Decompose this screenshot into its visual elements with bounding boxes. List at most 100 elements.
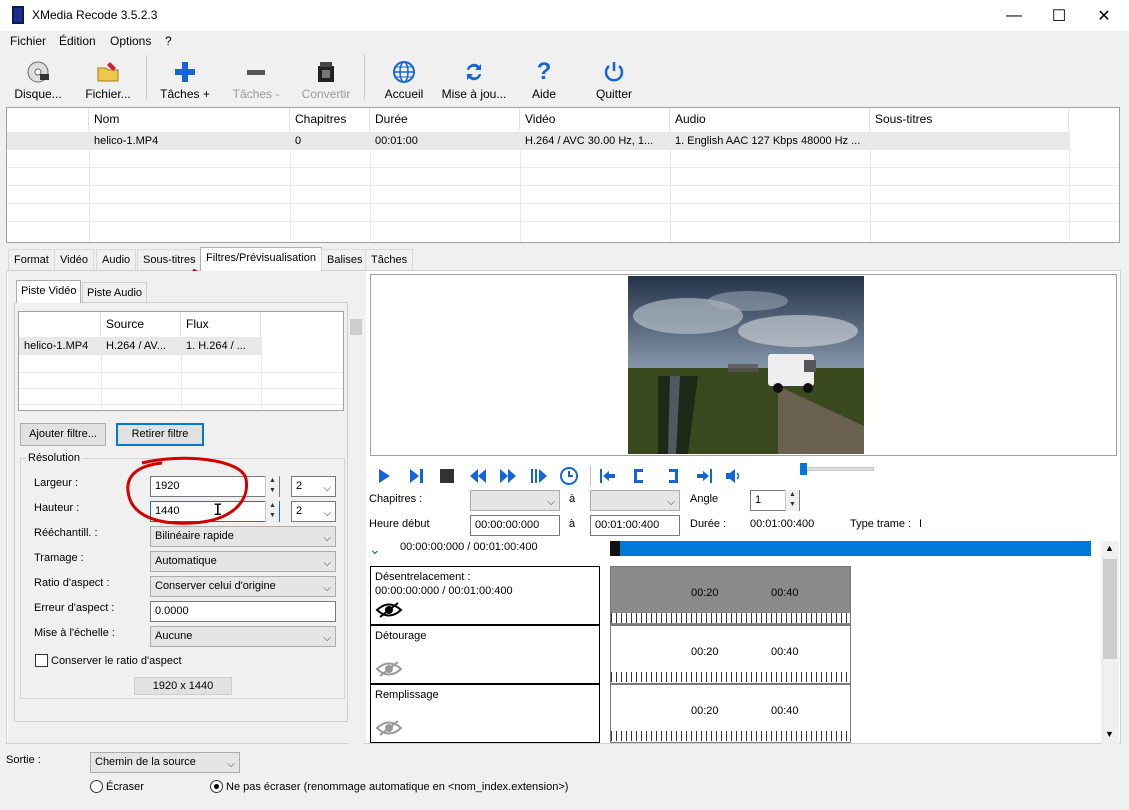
width-multiple-select[interactable]: 2 ⌵: [291, 476, 336, 497]
table-row[interactable]: helico-1.MP4 H.264 / AV... 1. H.264 / ..…: [19, 337, 261, 355]
track-header-flux[interactable]: Flux: [181, 312, 261, 336]
spin-up-icon[interactable]: ▲: [786, 490, 799, 500]
dither-label: Tramage :: [34, 552, 84, 564]
column-header-name[interactable]: Nom: [89, 108, 290, 130]
filter-deinterlace-box[interactable]: Désentrelacement : 00:00:00:000 / 00:01:…: [370, 566, 600, 625]
fast-forward-icon[interactable]: [498, 466, 518, 486]
spin-down-icon[interactable]: ▼: [266, 486, 279, 496]
cell-audio: 1. English AAC 127 Kbps 48000 Hz ...: [675, 135, 861, 147]
add-task-button[interactable]: Tâches +: [158, 53, 212, 101]
position-progress-bar[interactable]: [610, 541, 1091, 556]
quit-button[interactable]: Quitter: [592, 53, 636, 101]
eye-icon[interactable]: [375, 601, 403, 619]
remove-task-button[interactable]: Tâches -: [230, 53, 282, 101]
output-label: Sortie :: [6, 754, 41, 766]
filter-timeline-crop[interactable]: 00:20 00:40: [610, 625, 851, 684]
scroll-up-icon[interactable]: ▲: [1105, 543, 1114, 553]
play-icon[interactable]: [374, 466, 394, 486]
menu-options[interactable]: Options: [110, 34, 151, 48]
tab-audio[interactable]: Audio: [96, 249, 137, 270]
timeline-mark: 00:20: [691, 587, 719, 599]
timeline-ruler: [611, 613, 850, 623]
tab-format[interactable]: Format: [8, 249, 55, 270]
menu-help[interactable]: ?: [165, 34, 172, 48]
dither-select[interactable]: Automatique ⌵: [150, 551, 336, 572]
clock-icon[interactable]: [559, 466, 579, 486]
next-frame-icon[interactable]: [406, 466, 426, 486]
spin-down-icon[interactable]: ▼: [786, 500, 799, 510]
rewind-icon[interactable]: [468, 466, 488, 486]
stop-icon[interactable]: [437, 466, 457, 486]
aspect-error-input[interactable]: 0.0000: [150, 601, 336, 622]
aspect-ratio-select[interactable]: Conserver celui d'origine ⌵: [150, 576, 336, 597]
chapter-end-select[interactable]: ⌵: [590, 490, 680, 511]
no-overwrite-radio[interactable]: [210, 780, 223, 793]
resample-select[interactable]: Bilinéaire rapide ⌵: [150, 526, 336, 547]
scale-select[interactable]: Aucune ⌵: [150, 626, 336, 647]
column-header-chapters[interactable]: Chapitres: [290, 108, 370, 130]
menu-fichier[interactable]: Fichier: [10, 34, 46, 48]
menu-edition[interactable]: Édition: [59, 34, 96, 48]
progress-handle[interactable]: [610, 541, 620, 556]
height-multiple-value: 2: [296, 505, 303, 517]
mark-out-icon[interactable]: [664, 466, 684, 486]
mark-in-icon[interactable]: [628, 466, 648, 486]
scrollbar-thumb[interactable]: [1103, 559, 1117, 659]
output-path-select[interactable]: Chemin de la source ⌵: [90, 752, 240, 773]
add-filter-button[interactable]: Ajouter filtre...: [20, 423, 106, 446]
filter-timeline-deinterlace[interactable]: 00:20 00:40: [610, 566, 851, 625]
table-row[interactable]: helico-1.MP4 0 00:01:00 H.264 / AVC 30.0…: [7, 132, 1069, 150]
filter-timeline-padding[interactable]: 00:20 00:40: [610, 684, 851, 743]
overwrite-radio[interactable]: [90, 780, 103, 793]
file-list-table[interactable]: Nom Chapitres Durée Vidéo Audio Sous-tit…: [6, 107, 1120, 243]
disc-button[interactable]: Disque...: [12, 53, 64, 101]
convert-button[interactable]: Convertir: [298, 53, 354, 101]
eye-disabled-icon[interactable]: [375, 719, 403, 737]
tab-tasks[interactable]: Tâches: [365, 249, 414, 270]
height-multiple-select[interactable]: 2 ⌵: [291, 501, 336, 522]
column-header-audio[interactable]: Audio: [670, 108, 870, 130]
go-to-start-icon[interactable]: [598, 466, 618, 486]
track-header-source[interactable]: Source: [101, 312, 181, 336]
column-header-subtitles[interactable]: Sous-titres: [870, 108, 1069, 130]
spin-up-icon[interactable]: ▲: [266, 476, 279, 486]
volume-icon[interactable]: [724, 466, 744, 486]
home-button[interactable]: Accueil: [380, 53, 428, 101]
volume-slider-track[interactable]: [802, 467, 874, 471]
go-to-end-icon[interactable]: [694, 466, 714, 486]
filter-crop-box[interactable]: Détourage: [370, 625, 600, 684]
close-button[interactable]: ✕: [1081, 0, 1127, 31]
minimize-button[interactable]: —: [991, 0, 1037, 31]
left-panel-scrollbar[interactable]: [348, 316, 364, 744]
height-spinner[interactable]: ▲ ▼: [265, 501, 279, 522]
tab-video[interactable]: Vidéo: [54, 249, 94, 270]
volume-slider-thumb[interactable]: [800, 463, 807, 475]
subtab-video-track[interactable]: Piste Vidéo: [16, 280, 82, 303]
step-forward-icon[interactable]: [529, 466, 549, 486]
width-spinner[interactable]: ▲ ▼: [265, 476, 279, 497]
remove-filter-button[interactable]: Retirer filtre: [116, 423, 204, 446]
help-button[interactable]: ? Aide: [524, 53, 564, 101]
filter-padding-box[interactable]: Remplissage: [370, 684, 600, 743]
angle-spinner[interactable]: ▲ ▼: [785, 490, 799, 511]
keep-ratio-checkbox[interactable]: [35, 654, 48, 667]
width-label: Largeur :: [34, 477, 79, 489]
column-header-duration[interactable]: Durée: [370, 108, 520, 130]
chapter-start-select[interactable]: ⌵: [470, 490, 560, 511]
column-header-video[interactable]: Vidéo: [520, 108, 670, 130]
subtab-audio-track[interactable]: Piste Audio: [82, 282, 148, 302]
maximize-button[interactable]: ☐: [1036, 0, 1082, 31]
scrollbar-thumb[interactable]: [350, 319, 362, 335]
start-time-input[interactable]: 00:00:00:000: [470, 515, 560, 536]
filters-scrollbar[interactable]: ▲ ▼: [1101, 541, 1119, 744]
end-time-input[interactable]: 00:01:00:400: [590, 515, 680, 536]
grid-line: [7, 221, 1119, 222]
track-table[interactable]: Source Flux helico-1.MP4 H.264 / AV... 1…: [18, 311, 344, 411]
spin-up-icon[interactable]: ▲: [266, 501, 279, 511]
spin-down-icon[interactable]: ▼: [266, 511, 279, 521]
eye-disabled-icon[interactable]: [375, 660, 403, 678]
open-file-button[interactable]: Fichier...: [82, 53, 134, 101]
chevron-down-icon[interactable]: ⌄: [369, 541, 381, 558]
update-button[interactable]: Mise à jou...: [440, 53, 508, 101]
scroll-down-icon[interactable]: ▼: [1105, 729, 1114, 739]
